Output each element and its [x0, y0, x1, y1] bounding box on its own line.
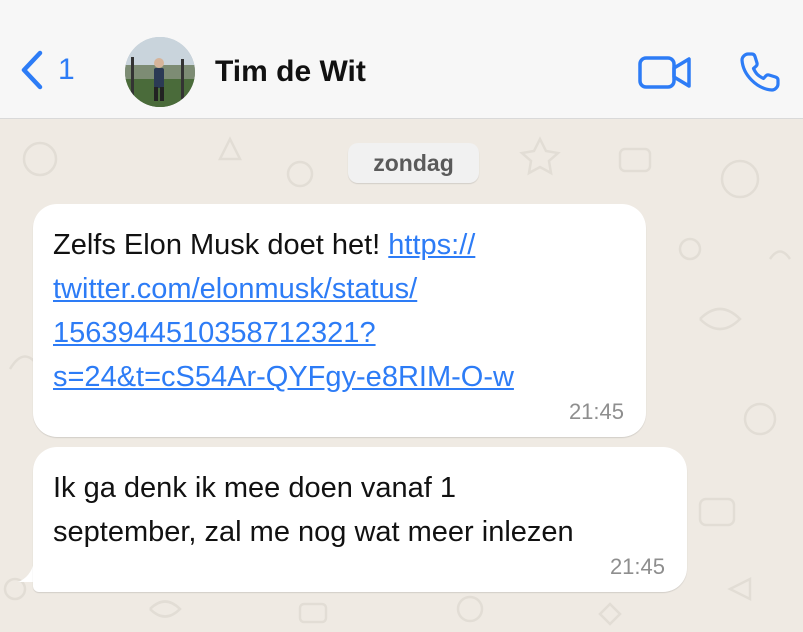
message-text: Ik ga denk ik mee doen vanaf 1 september…	[53, 466, 574, 554]
message-intro: Zelfs Elon Musk doet het!	[53, 229, 381, 261]
phone-icon	[740, 52, 780, 92]
message-bubble[interactable]: Zelfs Elon Musk doet het! https:// twitt…	[33, 204, 646, 437]
video-call-button[interactable]	[638, 55, 692, 96]
message-line: Ik ga denk ik mee doen vanaf 1	[53, 472, 457, 504]
message-link-part[interactable]: twitter.com/elonmusk/status/	[53, 267, 514, 311]
message-link-part[interactable]: 1563944510358712321?	[53, 311, 514, 355]
back-button[interactable]: 1	[20, 50, 75, 90]
avatar[interactable]	[125, 37, 195, 107]
chevron-left-icon	[21, 50, 43, 90]
chat-header: 1 Tim de Wit	[0, 0, 803, 119]
message-line: september, zal me nog wat meer inlezen	[53, 516, 574, 548]
message-bubble[interactable]: Ik ga denk ik mee doen vanaf 1 september…	[33, 447, 687, 592]
contact-name[interactable]: Tim de Wit	[215, 57, 366, 87]
chat-area[interactable]: zondag Zelfs Elon Musk doet het! https:/…	[0, 119, 803, 632]
message-timestamp: 21:45	[609, 554, 665, 579]
avatar-photo	[125, 37, 195, 107]
date-separator: zondag	[348, 143, 479, 183]
message-link-part[interactable]: https://	[388, 229, 475, 261]
message-line: Zelfs Elon Musk doet het! https://	[53, 223, 514, 267]
voice-call-button[interactable]	[739, 51, 781, 98]
message-timestamp: 21:45	[568, 399, 624, 424]
unread-count: 1	[58, 53, 75, 86]
message-link-part[interactable]: s=24&t=cS54Ar-QYFgy-e8RIM-O-w	[53, 355, 514, 399]
video-camera-icon	[638, 56, 691, 89]
message-text: Zelfs Elon Musk doet het! https:// twitt…	[53, 223, 514, 399]
